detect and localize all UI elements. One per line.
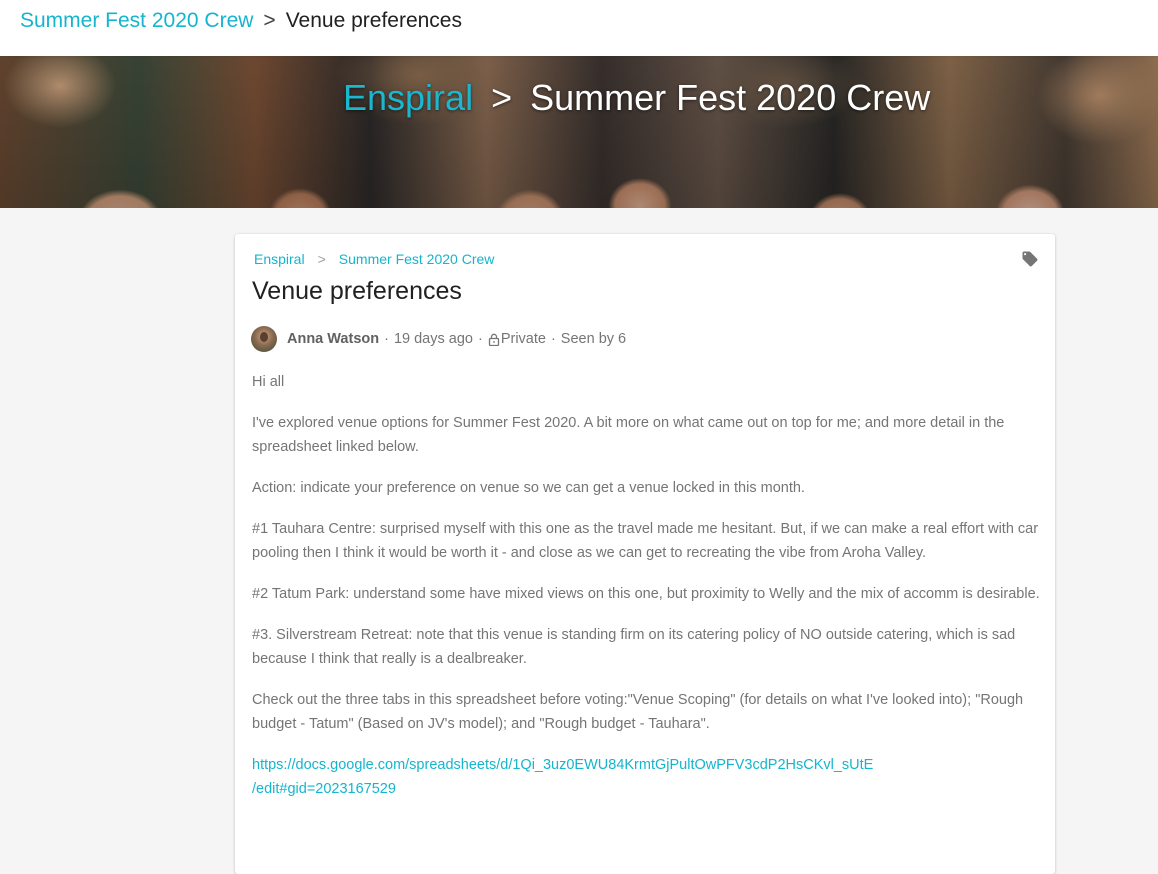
spreadsheet-link-line-2[interactable]: /edit#gid=2023167529 [252, 781, 396, 797]
author-name[interactable]: Anna Watson [287, 331, 379, 347]
tag-icon[interactable] [1021, 250, 1039, 268]
top-breadcrumb-group-link[interactable]: Summer Fest 2020 Crew [20, 9, 253, 32]
banner-organization-link[interactable]: Enspiral [343, 77, 473, 118]
top-bar: Summer Fest 2020 Crew > Venue preferences [0, 0, 1158, 56]
privacy-label: Private [500, 331, 546, 347]
spreadsheet-link-line-1[interactable]: https://docs.google.com/spreadsheets/d/1… [252, 757, 873, 773]
thread-breadcrumb-separator: > [317, 251, 326, 267]
thread-description: Hi all I've explored venue options for S… [252, 370, 1042, 818]
thread-timestamp[interactable]: 19 days ago [394, 331, 473, 347]
banner-group-name[interactable]: Summer Fest 2020 Crew [530, 77, 930, 118]
description-paragraph: I've explored venue options for Summer F… [252, 415, 1005, 455]
top-breadcrumb: Summer Fest 2020 Crew > Venue preferences [20, 8, 462, 34]
description-paragraph: #2 Tatum Park: understand some have mixe… [252, 586, 1040, 602]
thread-title: Venue preferences [252, 277, 462, 305]
spreadsheet-link[interactable]: https://docs.google.com/spreadsheets/d/1… [252, 757, 873, 797]
author-avatar[interactable] [251, 326, 277, 352]
meta-dot: · [384, 331, 389, 347]
description-paragraph: Action: indicate your preference on venu… [252, 480, 805, 496]
thread-meta: Anna Watson · 19 days ago · Private · Se… [251, 326, 626, 352]
top-breadcrumb-current: Venue preferences [285, 9, 462, 32]
top-breadcrumb-separator: > [263, 9, 276, 32]
description-paragraph: Hi all [252, 374, 285, 390]
thread-breadcrumb: Enspiral > Summer Fest 2020 Crew [254, 250, 494, 268]
spreadsheet-link-paragraph: https://docs.google.com/spreadsheets/d/1… [252, 753, 1042, 801]
thread-card: Enspiral > Summer Fest 2020 Crew Venue pre… [235, 234, 1055, 874]
seen-by-count[interactable]: Seen by 6 [561, 331, 626, 347]
lock-icon [488, 333, 500, 346]
banner-title: Enspiral > Summer Fest 2020 Crew [343, 76, 930, 120]
meta-dot: · [477, 331, 483, 347]
description-paragraph: Check out the three tabs in this spreads… [252, 692, 1024, 732]
group-cover-banner: Enspiral > Summer Fest 2020 Crew [0, 56, 1158, 208]
thread-breadcrumb-organization-link[interactable]: Enspiral [254, 251, 305, 267]
description-paragraph: #1 Tauhara Centre: surprised myself with… [252, 521, 1039, 561]
meta-dot: · [550, 331, 556, 347]
banner-separator: > [491, 77, 513, 118]
thread-breadcrumb-group-link[interactable]: Summer Fest 2020 Crew [339, 251, 495, 267]
description-paragraph: #3. Silverstream Retreat: note that this… [252, 627, 1016, 667]
